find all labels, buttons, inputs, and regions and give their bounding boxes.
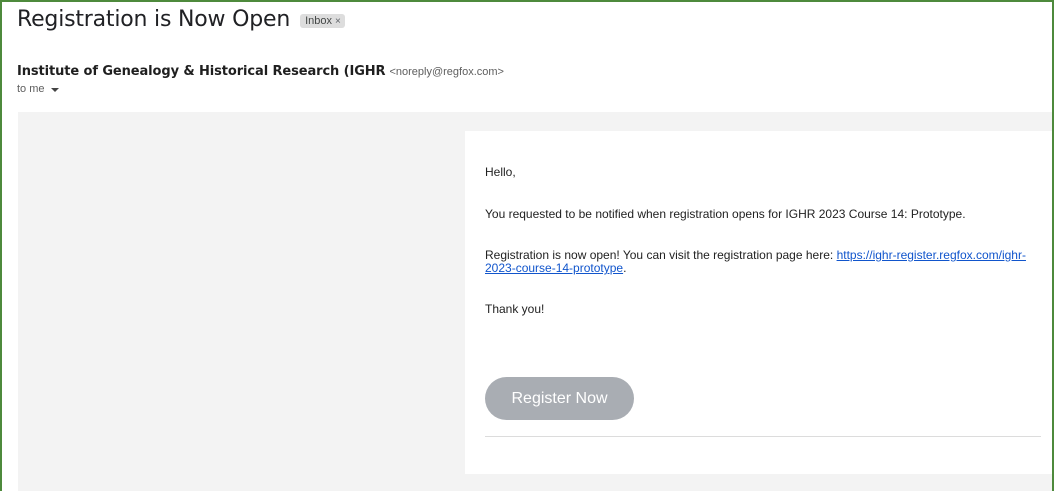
thanks-text: Thank you! [485, 302, 545, 316]
recipient-details-toggle[interactable]: to me [17, 83, 59, 95]
registration-open-prefix: Registration is now open! You can visit … [485, 248, 837, 262]
registration-open-text: Registration is now open! You can visit … [485, 249, 1030, 275]
divider [485, 436, 1041, 437]
email-subject: Registration is Now Open [17, 7, 291, 32]
message-card: Hello, You requested to be notified when… [465, 131, 1054, 474]
sender-email: <noreply@regfox.com> [389, 66, 504, 78]
remove-label-icon[interactable]: × [335, 16, 341, 27]
sender-row: Institute of Genealogy & Historical Rese… [17, 64, 504, 79]
window-frame-top [0, 0, 1054, 2]
register-now-button[interactable]: Register Now [485, 377, 634, 420]
inbox-label-chip[interactable]: Inbox × [300, 14, 345, 28]
registration-open-suffix: . [623, 261, 627, 275]
sender-name[interactable]: Institute of Genealogy & Historical Rese… [17, 64, 386, 79]
greeting-text: Hello, [485, 165, 516, 179]
inbox-label-text: Inbox [305, 15, 333, 27]
email-body: Hello, You requested to be notified when… [18, 112, 1054, 491]
subject-row: Registration is Now Open Inbox × [17, 7, 345, 32]
window-frame-left [0, 0, 2, 491]
request-text: You requested to be notified when regist… [485, 207, 966, 221]
recipient-label: to me [17, 83, 45, 95]
chevron-down-icon[interactable] [50, 87, 59, 92]
